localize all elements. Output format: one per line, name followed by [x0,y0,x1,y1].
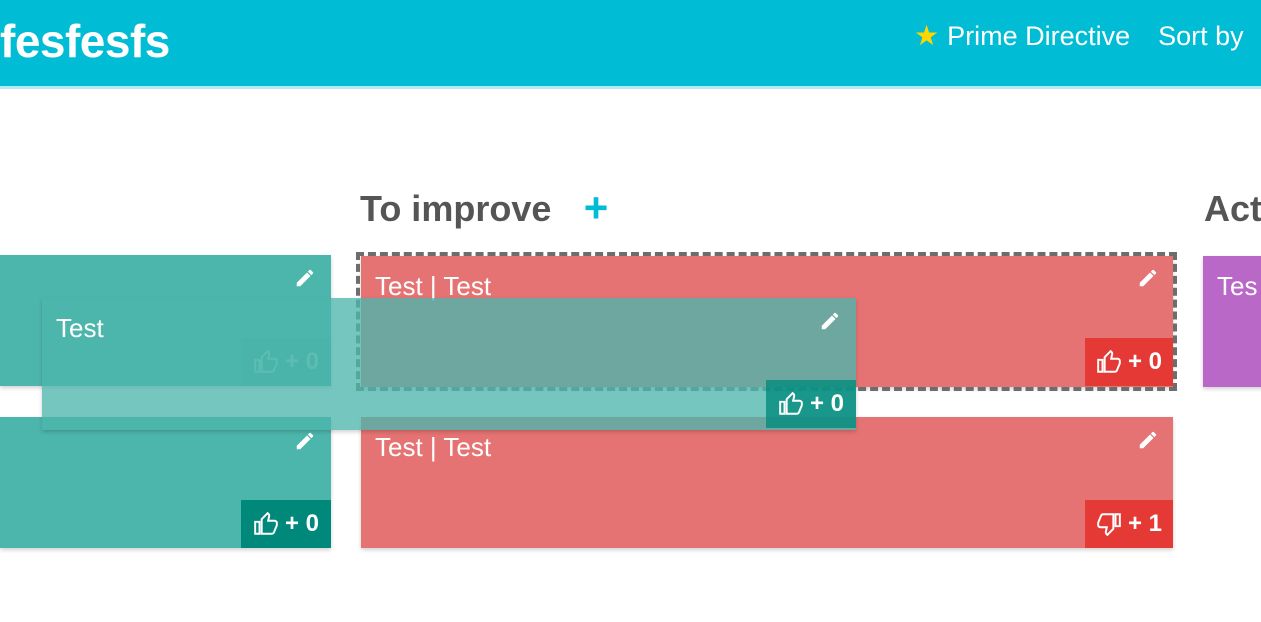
vote-button[interactable]: + 1 [1085,500,1173,548]
thumbs-up-icon [254,511,278,535]
card-text: Test [56,313,104,343]
pencil-icon[interactable] [1137,429,1159,451]
card-left-bottom[interactable]: + 0 [0,417,331,548]
card-text: Test | Test [375,432,492,462]
card-text: Tes [1217,271,1258,301]
app-header: fesfesfs ★ Prime Directive Sort by [0,0,1261,89]
vote-count: + 0 [284,510,320,537]
prime-directive-link[interactable]: ★ Prime Directive [914,21,1130,52]
retro-board-page: fesfesfs ★ Prime Directive Sort by To im… [0,0,1261,622]
sort-by-menu[interactable]: Sort by [1158,21,1244,52]
header-nav: ★ Prime Directive Sort by [914,20,1244,52]
pencil-icon[interactable] [1137,267,1159,289]
star-icon: ★ [914,20,940,51]
add-card-button[interactable]: + [581,187,611,229]
vote-button[interactable]: + 0 [241,500,331,548]
thumbs-down-icon [1097,513,1121,537]
vote-count: + 0 [809,390,845,417]
card-improve-bottom[interactable]: Test | Test + 1 [361,417,1173,548]
thumbs-up-icon [1097,349,1121,373]
card-actions-top[interactable]: Tes [1203,256,1261,387]
thumbs-up-icon [779,391,803,415]
vote-button[interactable]: + 0 [766,380,856,428]
dragging-card[interactable]: Test + 0 [42,298,856,430]
prime-directive-label: Prime Directive [947,20,1131,51]
vote-button[interactable]: + 0 [1085,338,1173,386]
vote-count: + 0 [1127,348,1163,375]
column-title-to-improve: To improve [360,188,552,229]
column-title-actions: Act [1204,188,1261,229]
sort-by-label: Sort by [1158,20,1244,51]
pencil-icon[interactable] [294,430,316,452]
pencil-icon[interactable] [294,267,316,289]
vote-count: + 1 [1127,510,1163,537]
pencil-icon[interactable] [819,310,841,332]
board-title: fesfesfs [0,15,170,67]
